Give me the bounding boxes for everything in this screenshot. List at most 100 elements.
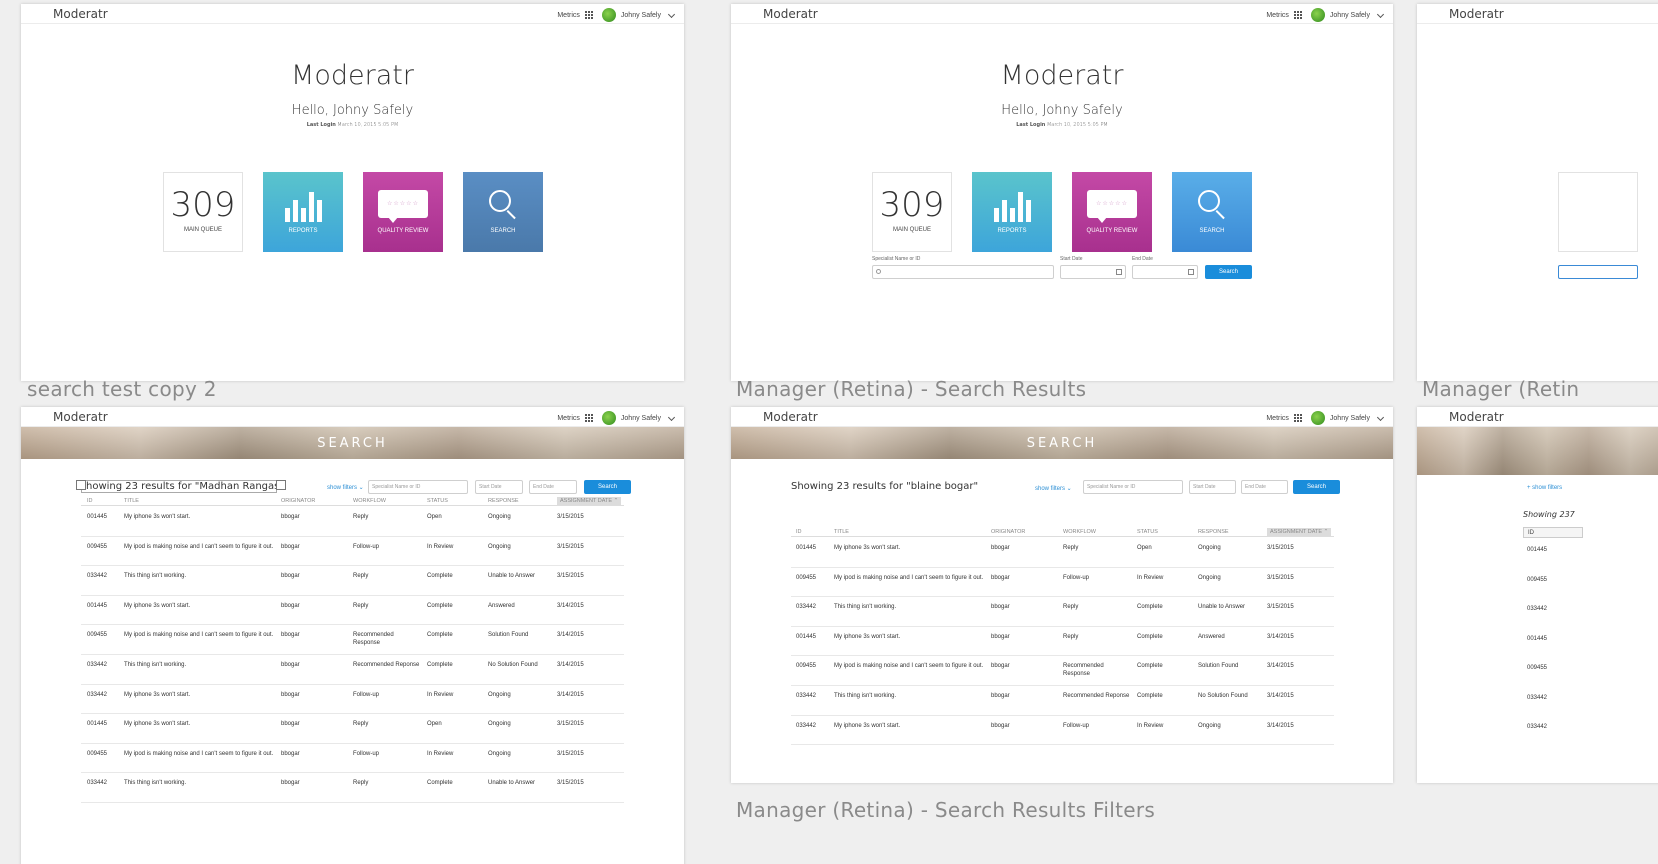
cell-title[interactable]: My iphone 3s won't start.: [834, 544, 984, 552]
column-header-title[interactable]: TITLE: [124, 498, 139, 504]
table-row[interactable]: 009455 My ipod is making noise and I can'…: [81, 744, 624, 774]
start-date-input[interactable]: [1060, 265, 1126, 279]
start-date-input[interactable]: Start Date: [1189, 480, 1236, 494]
end-date-input[interactable]: End Date: [1241, 480, 1288, 494]
end-date-input[interactable]: [1132, 265, 1198, 279]
column-header-response[interactable]: RESPONSE: [1198, 529, 1229, 535]
metrics-link[interactable]: Metrics: [1266, 415, 1289, 422]
column-header-originator[interactable]: ORIGINATOR: [991, 529, 1025, 535]
chevron-down-icon[interactable]: [1376, 413, 1385, 421]
search-tile[interactable]: SEARCH: [463, 172, 543, 252]
user-name[interactable]: Johny Safely: [621, 12, 661, 19]
start-date-input[interactable]: Start Date: [475, 480, 523, 494]
queue-tile-edge[interactable]: [1558, 172, 1638, 252]
column-header-id[interactable]: ID: [1523, 527, 1583, 538]
table-row[interactable]: 033442 This thing isn't working. bbogar Rep…: [81, 566, 624, 596]
grid-icon[interactable]: [1293, 11, 1302, 19]
brand-logo[interactable]: Moderatr: [53, 7, 108, 21]
cell-title[interactable]: My iphone 3s won't start.: [834, 633, 984, 641]
grid-icon[interactable]: [584, 11, 593, 19]
cell-title[interactable]: My iphone 3s won't start.: [124, 602, 274, 610]
calendar-icon[interactable]: [1116, 269, 1122, 275]
cell-title[interactable]: This thing isn't working.: [834, 692, 984, 700]
brand-logo[interactable]: Moderatr: [53, 410, 108, 424]
table-row[interactable]: 009455 My ipod is making noise and I can'…: [791, 656, 1334, 686]
user-name[interactable]: Johny Safely: [621, 415, 661, 422]
table-row[interactable]: 001445 My iphone 3s won't start. bbogar Rep…: [81, 596, 624, 626]
cell-title[interactable]: My ipod is making noise and I can't seem…: [124, 543, 274, 551]
metrics-link[interactable]: Metrics: [557, 12, 580, 19]
metrics-link[interactable]: Metrics: [1266, 12, 1289, 19]
show-filters-link[interactable]: show filters ⌄: [327, 484, 364, 491]
column-header-assignment-date[interactable]: ASSIGNMENT DATE ⌃: [557, 497, 622, 505]
table-row[interactable]: 001445 My iphone 3s won't start. bbogar Rep…: [81, 714, 624, 744]
table-row[interactable]: 001445 My iphone 3s won't start. bbogar Rep…: [81, 507, 624, 537]
search-button[interactable]: Search: [584, 480, 631, 494]
brand-logo[interactable]: Moderatr: [1449, 7, 1504, 21]
cell-title[interactable]: This thing isn't working.: [124, 661, 274, 669]
brand-logo[interactable]: Moderatr: [1449, 410, 1504, 424]
cell-title[interactable]: My iphone 3s won't start.: [834, 722, 984, 730]
cell-title[interactable]: My iphone 3s won't start.: [124, 720, 274, 728]
specialist-input[interactable]: [1558, 265, 1638, 279]
table-row[interactable]: 033442 My iphone 3s won't start. bbogar Fol…: [81, 685, 624, 715]
table-row[interactable]: 033442 This thing isn't working. bbogar Rep…: [791, 597, 1334, 627]
specialist-input[interactable]: Specialist Name or ID: [1083, 480, 1183, 494]
cell-title[interactable]: This thing isn't working.: [834, 603, 984, 611]
cell-title[interactable]: This thing isn't working.: [124, 572, 274, 580]
brand-logo[interactable]: Moderatr: [763, 410, 818, 424]
table-row[interactable]: 033442 This thing isn't working. bbogar Rec…: [791, 686, 1334, 716]
table-row[interactable]: 001445 My iphone 3s won't start. bbogar Rep…: [791, 627, 1334, 657]
reports-tile[interactable]: REPORTS: [972, 172, 1052, 252]
user-name[interactable]: Johny Safely: [1330, 415, 1370, 422]
grid-icon[interactable]: [584, 414, 593, 422]
cell-title[interactable]: This thing isn't working.: [124, 779, 274, 787]
user-name[interactable]: Johny Safely: [1330, 12, 1370, 19]
show-filters-link[interactable]: show filters ⌄: [1035, 485, 1072, 492]
table-row[interactable]: 009455 My ipod is making noise and I can'…: [81, 537, 624, 567]
resize-handle[interactable]: [276, 480, 286, 490]
avatar[interactable]: [601, 411, 616, 425]
metrics-link[interactable]: Metrics: [557, 415, 580, 422]
specialist-input[interactable]: Specialist Name or ID: [368, 480, 468, 494]
column-header-title[interactable]: TITLE: [834, 529, 849, 535]
cell-title[interactable]: My ipod is making noise and I can't seem…: [834, 662, 984, 670]
chevron-down-icon[interactable]: [667, 10, 676, 18]
end-date-input[interactable]: End Date: [529, 480, 577, 494]
main-queue-tile[interactable]: 309 MAIN QUEUE: [163, 172, 243, 252]
table-row[interactable]: 033442 My iphone 3s won't start. bbogar Fol…: [791, 716, 1334, 746]
resize-handle[interactable]: [76, 480, 86, 490]
column-header-id[interactable]: ID: [87, 498, 93, 504]
column-header-id[interactable]: ID: [796, 529, 802, 535]
column-header-workflow[interactable]: WORKFLOW: [353, 498, 386, 504]
cell-title[interactable]: My iphone 3s won't start.: [124, 513, 274, 521]
reports-tile[interactable]: REPORTS: [263, 172, 343, 252]
grid-icon[interactable]: [1293, 414, 1302, 422]
cell-title[interactable]: My ipod is making noise and I can't seem…: [124, 631, 274, 639]
table-row[interactable]: 033442 This thing isn't working. bbogar Rec…: [81, 655, 624, 685]
column-header-originator[interactable]: ORIGINATOR: [281, 498, 315, 504]
quality-review-tile[interactable]: ☆☆☆☆☆ QUALITY REVIEW: [1072, 172, 1152, 252]
chevron-down-icon[interactable]: [667, 413, 676, 421]
cell-title[interactable]: My iphone 3s won't start.: [124, 691, 274, 699]
table-row[interactable]: 033442 This thing isn't working. bbogar Rep…: [81, 773, 624, 803]
search-button[interactable]: Search: [1205, 265, 1252, 279]
calendar-icon[interactable]: [1188, 269, 1194, 275]
quality-review-tile[interactable]: ☆☆☆☆☆ QUALITY REVIEW: [363, 172, 443, 252]
show-filters-link[interactable]: + show filters: [1527, 485, 1562, 491]
table-row[interactable]: 009455 My ipod is making noise and I can'…: [81, 625, 624, 655]
specialist-input[interactable]: [872, 265, 1054, 279]
search-button[interactable]: Search: [1293, 480, 1340, 494]
avatar[interactable]: [601, 8, 616, 22]
cell-title[interactable]: My ipod is making noise and I can't seem…: [124, 750, 274, 758]
column-header-status[interactable]: STATUS: [1137, 529, 1158, 535]
cell-title[interactable]: My ipod is making noise and I can't seem…: [834, 574, 984, 582]
brand-logo[interactable]: Moderatr: [763, 7, 818, 21]
column-header-status[interactable]: STATUS: [427, 498, 448, 504]
search-tile[interactable]: SEARCH: [1172, 172, 1252, 252]
main-queue-tile[interactable]: 309 MAIN QUEUE: [872, 172, 952, 252]
column-header-assignment-date[interactable]: ASSIGNMENT DATE ⌃: [1267, 528, 1332, 536]
column-header-response[interactable]: RESPONSE: [488, 498, 519, 504]
table-row[interactable]: 001445 My iphone 3s won't start. bbogar Rep…: [791, 538, 1334, 568]
avatar[interactable]: [1310, 8, 1325, 22]
